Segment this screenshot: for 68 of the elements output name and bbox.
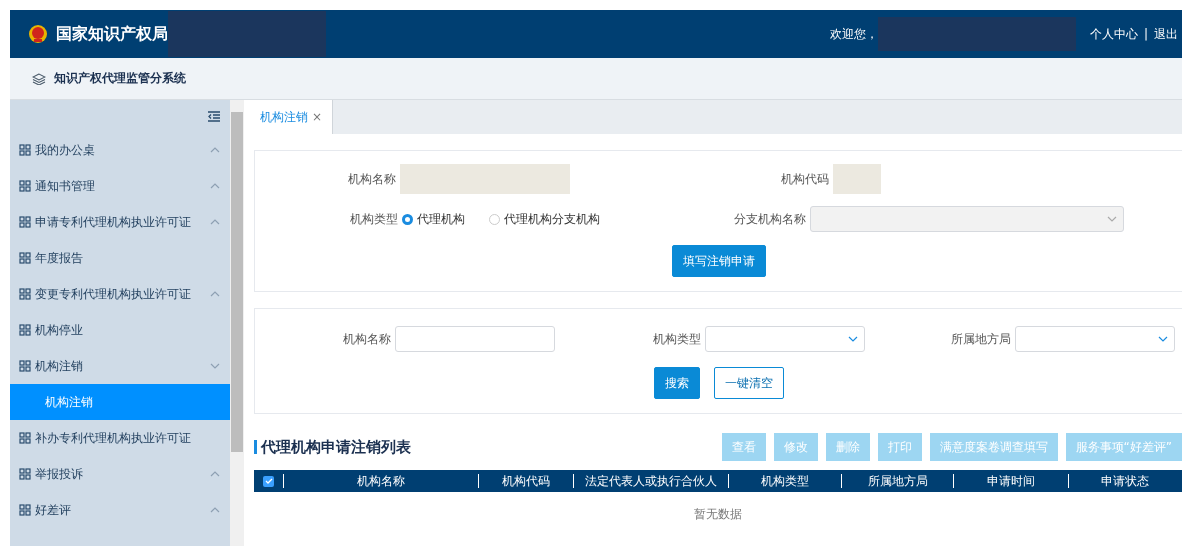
layers-icon (32, 72, 46, 85)
column-header: 机构名称 (283, 474, 478, 488)
grid-icon (19, 216, 31, 228)
welcome-text: 欢迎您， (829, 25, 878, 43)
field-label: 机构类型 (349, 210, 399, 228)
field-label: 机构类型 (652, 330, 702, 348)
checkbox[interactable] (263, 475, 274, 487)
field-label: 机构名称 (347, 170, 397, 188)
grid-icon (19, 252, 31, 264)
sidebar-item[interactable]: 变更专利代理机构执业许可证 (10, 276, 230, 312)
sidebar-item[interactable]: 通知书管理 (10, 168, 230, 204)
chevron-up-icon (210, 219, 220, 225)
chevron-up-icon (210, 183, 220, 189)
column-header: 法定代表人或执行合伙人 (573, 474, 728, 488)
sidebar-item[interactable]: 申请专利代理机构执业许可证 (10, 204, 230, 240)
sidebar-item[interactable]: 年度报告 (10, 240, 230, 276)
sidebar-item[interactable]: 举报投诉 (10, 456, 230, 492)
field-label: 机构名称 (342, 330, 392, 348)
grid-icon (19, 504, 31, 516)
chevron-down-icon (848, 336, 858, 342)
grid-icon (19, 288, 31, 300)
search-button[interactable]: 搜索 (653, 367, 700, 399)
chevron-up-icon (210, 147, 220, 153)
redacted-value (833, 164, 881, 194)
sidebar-item[interactable]: 补办专利代理机构执业许可证 (10, 420, 230, 456)
grid-icon (19, 144, 31, 156)
sidebar-item[interactable]: 机构停业 (10, 312, 230, 348)
chevron-up-icon (210, 507, 220, 513)
field-label: 所属地方局 (950, 330, 1012, 348)
chevron-down-icon (1107, 216, 1117, 222)
sidebar-item[interactable]: 好差评 (10, 492, 230, 528)
column-header: 机构代码 (478, 474, 573, 488)
close-icon[interactable]: × (312, 110, 323, 124)
input-field[interactable] (395, 326, 555, 352)
column-header: 机构类型 (728, 474, 841, 488)
apply-button[interactable]: 填写注销申请 (671, 245, 766, 277)
chevron-up-icon (210, 291, 220, 297)
field-label: 机构代码 (780, 170, 830, 188)
grid-icon (19, 180, 31, 192)
scrollbar[interactable] (230, 100, 244, 546)
column-header: 所属地方局 (841, 474, 953, 488)
tab[interactable]: 机构注销 × (244, 100, 334, 134)
grid-icon (19, 432, 31, 444)
grid-icon (19, 360, 31, 372)
select-field[interactable] (705, 326, 865, 352)
sidebar-item[interactable]: 机构注销 (10, 348, 230, 384)
clear-button[interactable]: 一键清空 (713, 367, 784, 399)
radio-option[interactable]: 代理机构 (402, 210, 465, 228)
column-header: 申请时间 (953, 474, 1068, 488)
list-title: 代理机构申请注销列表 (254, 440, 411, 454)
logout-link[interactable]: 退出 (1154, 25, 1178, 43)
column-header: 申请状态 (1068, 474, 1180, 488)
chevron-up-icon (210, 471, 220, 477)
empty-message: 暂无数据 (693, 506, 743, 523)
grid-icon (19, 468, 31, 480)
emblem-icon (28, 24, 48, 44)
menu-collapse-icon[interactable] (208, 110, 220, 122)
chevron-down-icon (210, 363, 220, 369)
site-title: 国家知识产权局 (56, 23, 168, 45)
radio-option[interactable]: 代理机构分支机构 (489, 210, 600, 228)
system-title: 知识产权代理监管分系统 (54, 70, 186, 87)
chevron-down-icon (1158, 336, 1168, 342)
field-label: 分支机构名称 (733, 210, 807, 228)
profile-link[interactable]: 个人中心 (1089, 25, 1138, 43)
sidebar-item[interactable]: 我的办公桌 (10, 132, 230, 168)
grid-icon (19, 324, 31, 336)
select-field[interactable] (1015, 326, 1175, 352)
separator: | (1143, 27, 1148, 41)
